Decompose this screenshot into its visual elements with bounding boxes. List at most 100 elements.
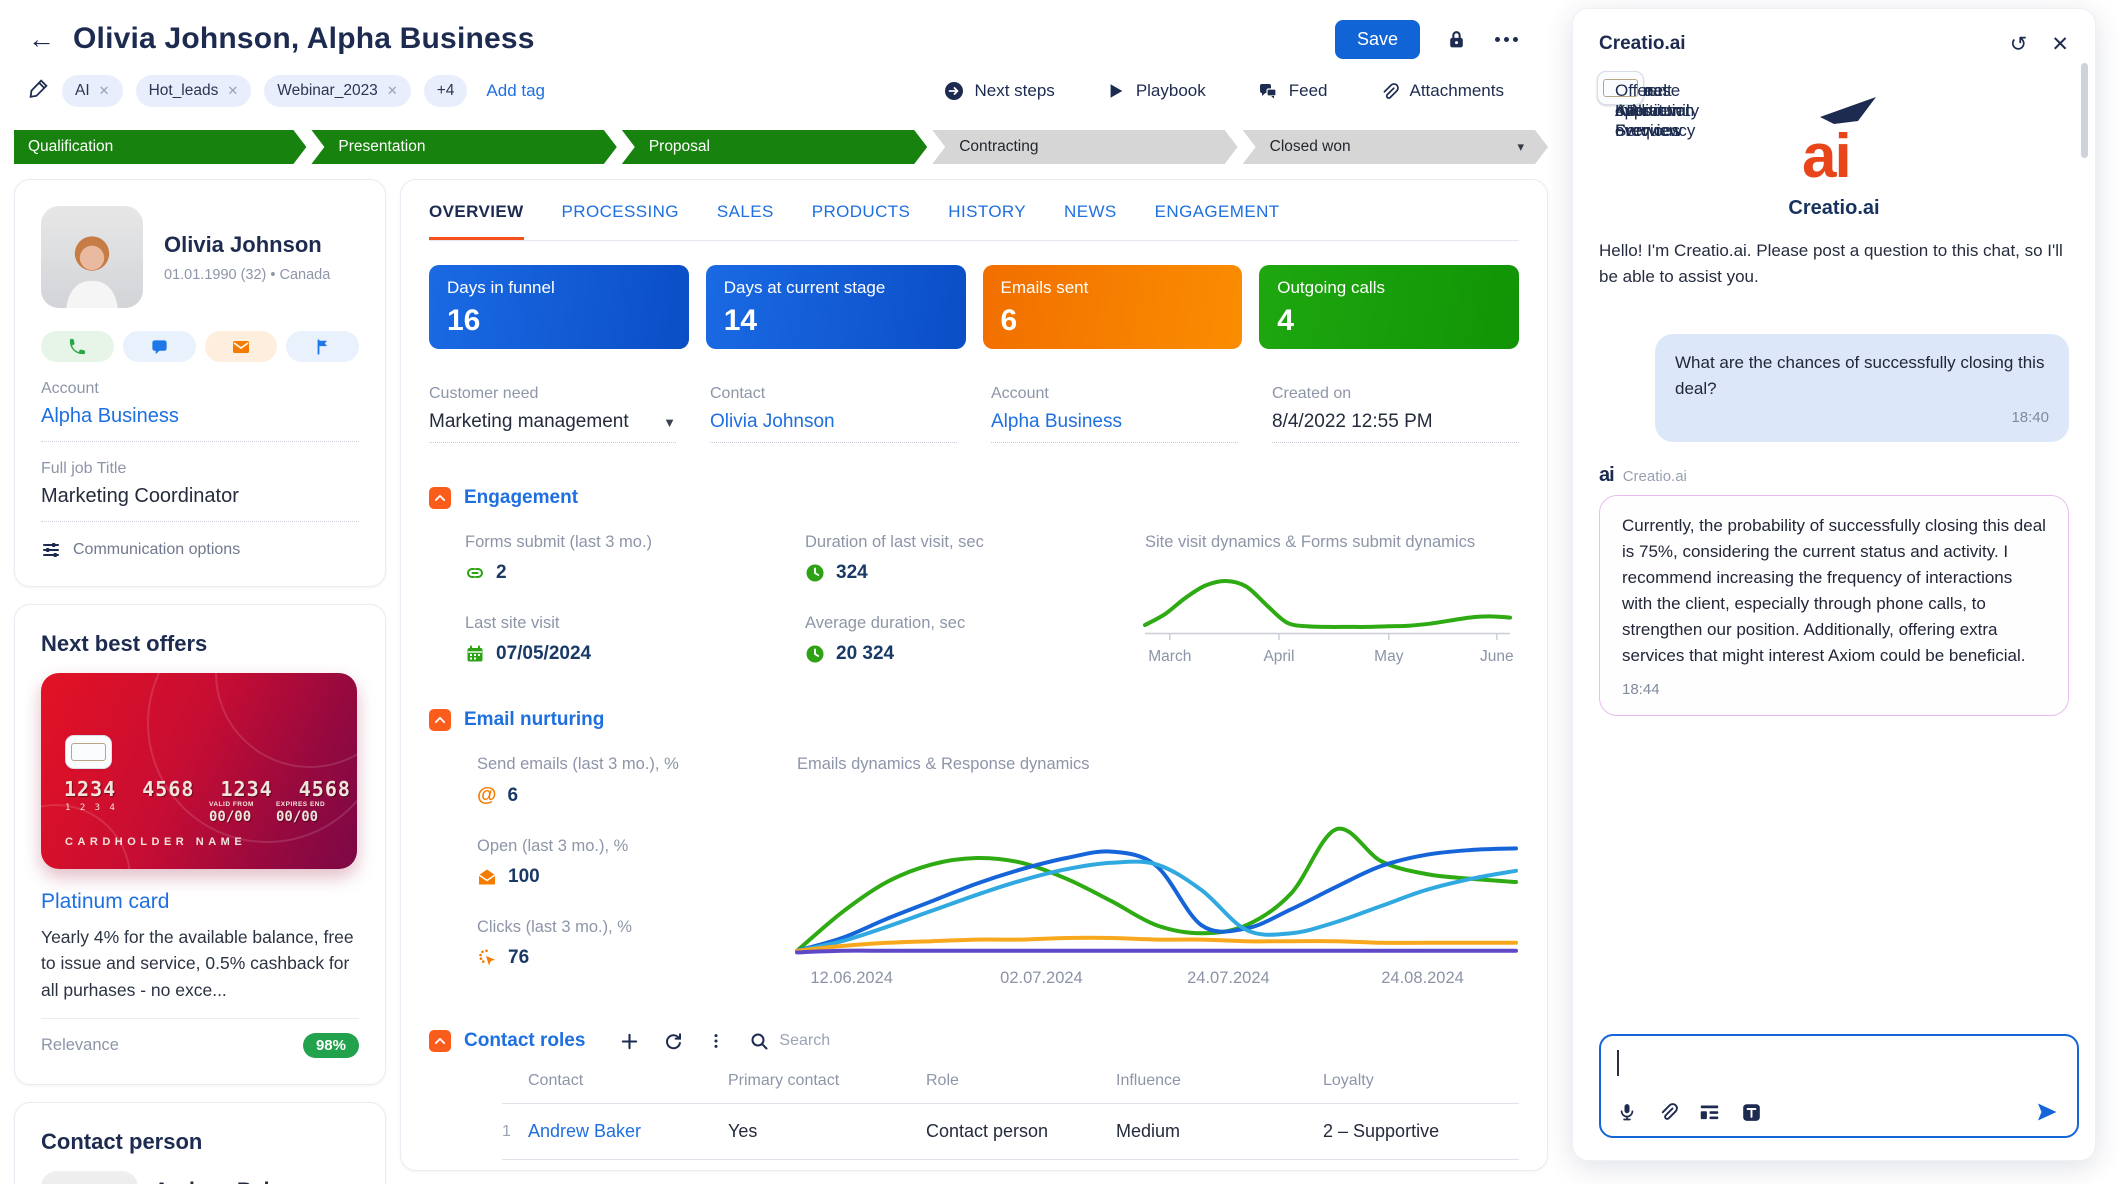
- assistant-name: Creatio.ai: [1599, 197, 2069, 220]
- row-contact-link[interactable]: Andrew Baker: [528, 1121, 728, 1142]
- more-actions-icon[interactable]: [1495, 37, 1518, 42]
- flag-icon: [314, 338, 332, 356]
- kpi-outgoing-calls: Outgoing calls 4: [1259, 265, 1519, 349]
- phone-icon: [68, 337, 87, 356]
- tag-overflow-pill[interactable]: +4: [424, 75, 468, 107]
- chevron-down-icon[interactable]: ▼: [663, 415, 676, 430]
- stage-proposal[interactable]: Proposal: [622, 130, 927, 164]
- template-list-icon[interactable]: [1699, 1102, 1720, 1123]
- close-icon[interactable]: ✕: [2051, 34, 2069, 55]
- remove-tag-icon[interactable]: ✕: [99, 83, 110, 99]
- tab-overview[interactable]: OVERVIEW: [429, 202, 524, 240]
- creatio-ai-mini-logo: ai: [1599, 464, 1614, 487]
- collapse-section-icon[interactable]: [429, 709, 451, 731]
- contact-person-card: Contact person Andrew Baker 1/20/1986 · …: [14, 1102, 386, 1184]
- message-time: 18:44: [1622, 681, 2046, 698]
- contact-roles-section: Contact roles: [429, 1030, 1519, 1160]
- collapse-section-icon[interactable]: [429, 487, 451, 509]
- chevron-down-icon[interactable]: ▾: [1518, 139, 1525, 155]
- opportunity-page: ← Olivia Johnson, Alpha Business Save AI…: [0, 0, 2120, 1184]
- feed-button[interactable]: Feed: [1258, 81, 1328, 101]
- svg-text:02.07.2024: 02.07.2024: [1000, 969, 1083, 987]
- stage-closed-won[interactable]: Closed won▾: [1243, 130, 1548, 164]
- field-customer-need: Customer need Marketing management ▼: [429, 385, 676, 443]
- email-button[interactable]: [205, 331, 278, 362]
- main-zone: ← Olivia Johnson, Alpha Business Save AI…: [14, 0, 1548, 1184]
- remove-tag-icon[interactable]: ✕: [227, 83, 238, 99]
- next-steps-button[interactable]: Next steps: [944, 81, 1055, 101]
- add-tag-button[interactable]: Add tag: [486, 81, 545, 101]
- attach-file-icon[interactable]: [1658, 1102, 1678, 1122]
- lock-icon[interactable]: [1446, 29, 1467, 50]
- search-input[interactable]: Search: [749, 1031, 830, 1051]
- relevance-label: Relevance: [41, 1036, 119, 1055]
- chat-button[interactable]: [123, 331, 196, 362]
- header-actions: Save: [1335, 20, 1518, 59]
- play-icon: [1107, 82, 1125, 100]
- visit-duration-metric: Duration of last visit, sec 324: [805, 533, 1145, 584]
- tag-edit-icon[interactable]: [28, 78, 49, 104]
- kpi-days-at-stage: Days at current stage 14: [706, 265, 966, 349]
- save-button[interactable]: Save: [1335, 20, 1420, 59]
- text-format-icon[interactable]: [1741, 1102, 1762, 1123]
- stage-qualification[interactable]: Qualification: [14, 130, 306, 164]
- ai-message: Currently, the probability of successful…: [1599, 495, 2069, 716]
- account-link[interactable]: Alpha Business: [991, 411, 1122, 433]
- clicks-metric: Clicks (last 3 mo.), % 76: [477, 918, 777, 969]
- menu-dots-icon[interactable]: [707, 1032, 725, 1050]
- chat-input[interactable]: [1599, 1034, 2079, 1138]
- mail-icon: [231, 337, 251, 357]
- tab-processing[interactable]: PROCESSING: [562, 202, 679, 240]
- svg-text:May: May: [1374, 648, 1404, 665]
- chat-icon: [150, 337, 169, 356]
- next-best-offers-card: Next best offers 1234 4568 1234 4568 1 2…: [14, 604, 386, 1085]
- tab-sales[interactable]: SALES: [717, 202, 774, 240]
- kpi-cards: Days in funnel 16 Days at current stage …: [429, 265, 1519, 349]
- send-emails-metric: Send emails (last 3 mo.), % @ 6: [477, 755, 777, 807]
- microphone-icon[interactable]: [1617, 1102, 1637, 1122]
- stage-presentation[interactable]: Presentation: [311, 130, 616, 164]
- add-row-button[interactable]: [620, 1032, 639, 1051]
- tag-pill[interactable]: AI✕: [62, 75, 123, 107]
- svg-text:April: April: [1263, 648, 1294, 665]
- call-button[interactable]: [41, 331, 114, 362]
- arrow-circle-icon: [944, 81, 964, 101]
- collapse-section-icon[interactable]: [429, 1030, 451, 1052]
- tab-history[interactable]: HISTORY: [948, 202, 1026, 240]
- tab-bar: OVERVIEW PROCESSING SALES PRODUCTS HISTO…: [429, 180, 1519, 241]
- kpi-emails-sent: Emails sent 6: [983, 265, 1243, 349]
- customer-need-select[interactable]: Marketing management ▼: [429, 411, 676, 443]
- stage-contracting[interactable]: Contracting: [932, 130, 1237, 164]
- offer-product-link[interactable]: Platinum card: [41, 890, 359, 914]
- scrollbar-thumb[interactable]: [2081, 63, 2088, 158]
- playbook-button[interactable]: Playbook: [1107, 81, 1206, 101]
- account-link[interactable]: Alpha Business: [41, 405, 359, 428]
- flag-button[interactable]: [286, 331, 359, 362]
- tag-pill[interactable]: Webinar_2023✕: [264, 75, 410, 107]
- refresh-button[interactable]: [663, 1031, 683, 1051]
- email-nurturing-title: Email nurturing: [464, 709, 604, 731]
- mail-open-icon: [477, 867, 497, 887]
- offers-title: Next best offers: [41, 631, 359, 657]
- paperclip-icon: [1380, 82, 1399, 101]
- remove-tag-icon[interactable]: ✕: [387, 83, 398, 99]
- communication-options-button[interactable]: Communication options: [41, 540, 359, 560]
- reset-chat-icon[interactable]: ↺: [2010, 34, 2028, 55]
- tab-news[interactable]: NEWS: [1064, 202, 1117, 240]
- contact-actions: [41, 331, 359, 362]
- table-row[interactable]: 1 Andrew Baker Yes Contact person Medium…: [502, 1104, 1519, 1160]
- tab-engagement[interactable]: ENGAGEMENT: [1155, 202, 1280, 240]
- send-icon[interactable]: [2035, 1100, 2059, 1124]
- contact-meta: 01.01.1990 (32) • Canada: [164, 267, 330, 283]
- account-label: Account: [41, 380, 359, 398]
- attachments-button[interactable]: Attachments: [1380, 81, 1505, 101]
- contact-person-title: Contact person: [41, 1129, 359, 1155]
- contact-roles-title: Contact roles: [464, 1030, 585, 1052]
- contact-link[interactable]: Olivia Johnson: [710, 411, 835, 433]
- tag-pill[interactable]: Hot_leads✕: [136, 75, 252, 107]
- site-visit-chart: Site visit dynamics & Forms submit dynam…: [1145, 533, 1519, 665]
- suggestion-offer-services[interactable]: Offer Additional Services: [1597, 71, 1644, 105]
- contact-person-photo: [41, 1171, 138, 1184]
- back-icon[interactable]: ←: [28, 26, 55, 53]
- tab-products[interactable]: PRODUCTS: [812, 202, 911, 240]
